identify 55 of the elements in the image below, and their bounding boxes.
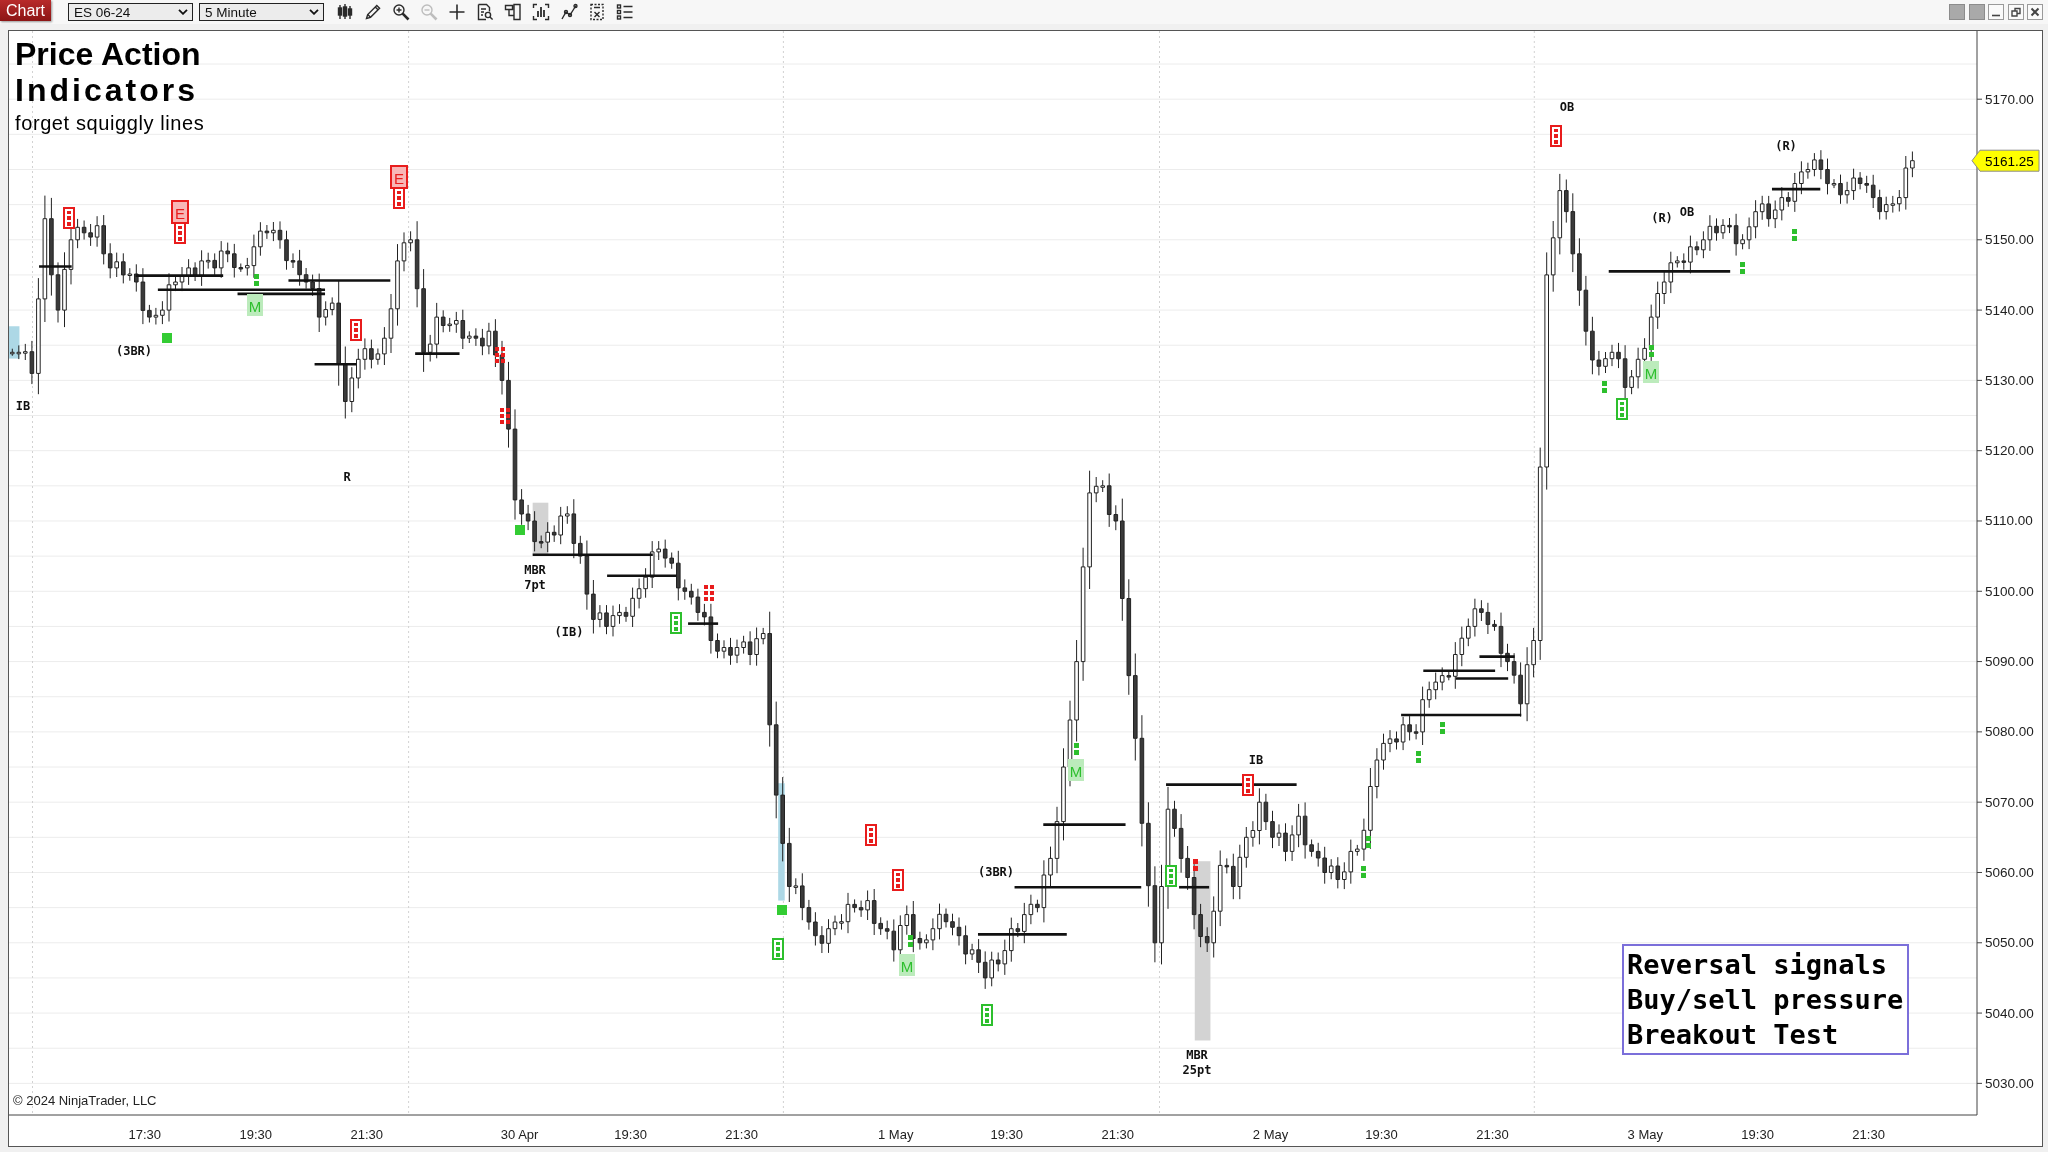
price-axis-label: 5060.00: [1985, 864, 2034, 880]
price-axis-label: 5030.00: [1985, 1075, 2034, 1091]
chart-label: OB: [1559, 100, 1575, 114]
chart-title: Price Action: [15, 36, 202, 72]
time-axis-label: 21:30: [1101, 1126, 1134, 1142]
document-search-icon[interactable]: [476, 3, 494, 21]
time-axis-label: 19:30: [1741, 1126, 1774, 1142]
price-axis-label: 5130.00: [1985, 372, 2034, 388]
price-axis-label: 5150.00: [1985, 232, 2034, 248]
price-axis-label: 5080.00: [1985, 724, 2034, 740]
price-axis-label: 5070.00: [1985, 794, 2034, 810]
time-axis-label: 2 May: [1252, 1126, 1289, 1142]
candlestick-icon[interactable]: [336, 3, 354, 21]
time-axis-label: 17:30: [128, 1126, 162, 1142]
pencil-icon[interactable]: [364, 3, 382, 21]
time-axis-label: 19:30: [614, 1126, 647, 1142]
copyright-text: © 2024 NinjaTrader, LLC: [13, 1093, 157, 1109]
time-axis-label: 21:30: [1476, 1126, 1509, 1142]
price-axis-label: 5050.00: [1985, 935, 2034, 951]
price-axis-label: 5090.00: [1985, 654, 2034, 670]
crosshair-icon[interactable]: [448, 3, 466, 21]
time-axis-label: 21:30: [725, 1126, 758, 1142]
chart-label: (R): [1775, 139, 1797, 153]
chart-title: Indicators: [15, 72, 199, 108]
chart-subtitle: forget squiggly lines: [15, 111, 205, 135]
panel-icon[interactable]: [504, 3, 522, 21]
zoom-in-icon[interactable]: [392, 3, 410, 21]
chart-label: MBR 25pt: [1182, 1048, 1212, 1077]
close-icon[interactable]: [2027, 4, 2043, 20]
caret-icon: [178, 9, 188, 15]
minimize-icon[interactable]: [1988, 4, 2004, 20]
time-axis-label: 1 May: [878, 1126, 914, 1142]
instrument-dropdown[interactable]: ES 06-24: [68, 3, 193, 21]
bar-chart-icon[interactable]: [532, 3, 550, 21]
restore-icon[interactable]: [2007, 4, 2024, 20]
time-axis-label: 30 Apr: [500, 1126, 539, 1142]
interval-dropdown[interactable]: 5 Minute: [199, 3, 324, 21]
document-x-icon[interactable]: [588, 3, 606, 21]
price-axis-label: 5040.00: [1985, 1005, 2034, 1021]
last-price-tag: 5161.25: [1971, 149, 2040, 172]
time-axis-label: 19:30: [239, 1126, 273, 1142]
price-axis-label: 5110.00: [1985, 513, 2033, 529]
price-axis-label: 5120.00: [1985, 443, 2034, 459]
time-axis-label: 3 May: [1627, 1126, 1663, 1142]
time-axis-label: 21:30: [350, 1126, 384, 1142]
caret-icon: [309, 9, 319, 15]
price-axis-label: 5170.00: [1985, 91, 2034, 107]
line-chart-icon[interactable]: [560, 3, 578, 21]
price-axis-label: 5140.00: [1985, 302, 2034, 318]
list-icon[interactable]: [616, 3, 634, 21]
time-axis-label: 19:30: [990, 1126, 1023, 1142]
chart-tab[interactable]: Chart: [0, 0, 51, 21]
price-axis-label: 5100.00: [1985, 583, 2034, 599]
time-axis-label: 21:30: [1852, 1126, 1885, 1142]
time-axis-label: 19:30: [1365, 1126, 1398, 1142]
